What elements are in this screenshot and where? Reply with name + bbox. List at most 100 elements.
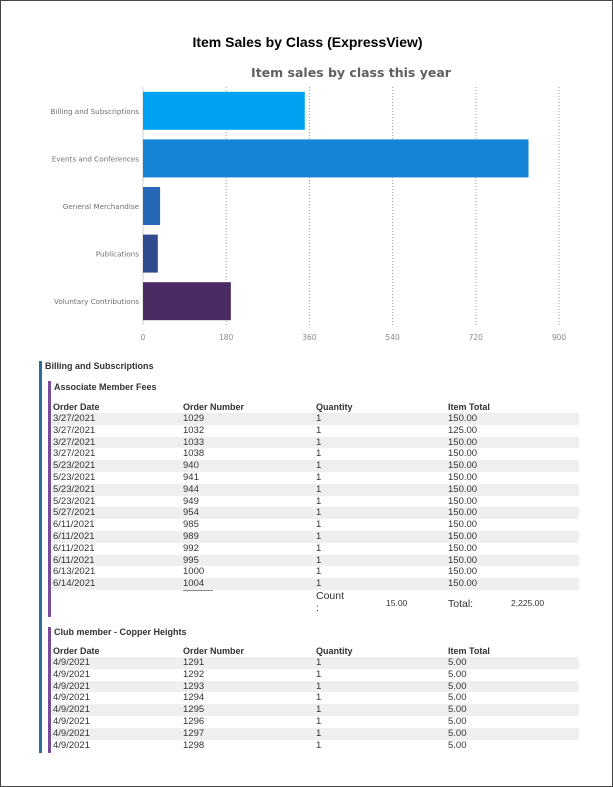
section-title: Billing and Subscriptions — [45, 361, 154, 371]
item-total-cell: 5.00 — [447, 715, 579, 728]
order-number-cell: 989 — [182, 530, 315, 543]
item-total-cell: 150.00 — [447, 495, 579, 508]
quantity-cell: 1 — [315, 413, 447, 425]
order-date-cell: 4/9/2021 — [52, 668, 182, 681]
total-label: Total: — [448, 598, 474, 610]
category-label: General Merchandise — [63, 202, 140, 211]
order-number-cell: 1292 — [182, 668, 315, 681]
count-label: Count — [316, 590, 345, 602]
quantity-cell: 1 — [315, 554, 447, 567]
table-row: 5/23/2021 949 1 150.00 — [52, 495, 579, 508]
item-total-cell: 5.00 — [447, 680, 579, 693]
quantity-cell: 1 — [315, 739, 447, 752]
order-date-cell: 4/9/2021 — [52, 715, 182, 728]
order-date-cell: 5/27/2021 — [52, 507, 182, 520]
order-date-cell: 4/9/2021 — [52, 727, 182, 740]
table-row: 6/11/2021 985 1 150.00 — [52, 519, 579, 531]
order-number-cell: 1298 — [182, 739, 315, 752]
table-row: 3/27/2021 1038 1 150.00 — [52, 448, 579, 461]
x-tick-label: 180 — [219, 333, 234, 342]
section-accent-bar — [39, 361, 42, 753]
group-accent-bar — [48, 627, 51, 753]
table-row: 3/27/2021 1033 1 150.00 — [52, 436, 579, 449]
table-row: 6/11/2021 992 1 150.00 — [52, 542, 579, 555]
x-tick-label: 540 — [385, 333, 400, 342]
order-date-cell: 3/27/2021 — [52, 413, 182, 425]
x-tick-label: 720 — [469, 333, 484, 342]
quantity-cell: 1 — [315, 657, 447, 669]
order-number-cell: 1295 — [182, 704, 315, 716]
item-total-cell: 5.00 — [447, 739, 579, 752]
table-row: 4/9/2021 1291 1 5.00 — [52, 657, 579, 669]
quantity-cell: 1 — [315, 495, 447, 508]
count-value: 15.00 — [386, 598, 408, 608]
column-header-item-total: Item Total — [448, 646, 490, 656]
quantity-cell: 1 — [315, 668, 447, 681]
table-row: 6/11/2021 989 1 150.00 — [52, 530, 579, 543]
group-title: Club member - Copper Heights — [54, 627, 187, 637]
column-header-order-date: Order Date — [53, 402, 100, 412]
group-table: Order Date Order Number Quantity Item To… — [52, 646, 579, 752]
column-header-order-date: Order Date — [53, 646, 100, 656]
table-row: 4/9/2021 1295 1 5.00 — [52, 704, 579, 716]
item-total-cell: 5.00 — [447, 692, 579, 705]
item-total-cell: 150.00 — [447, 460, 579, 472]
order-date-cell: 4/9/2021 — [52, 704, 182, 716]
order-number-cell: 949 — [182, 495, 315, 508]
item-total-cell: 150.00 — [447, 530, 579, 543]
column-header-item-total: Item Total — [448, 402, 490, 412]
order-number-cell: 941 — [182, 471, 315, 484]
bar — [143, 282, 231, 321]
order-number-cell: 992 — [182, 542, 315, 555]
order-number-cell: 1293 — [182, 680, 315, 693]
order-number-cell: 1029 — [182, 413, 315, 425]
report-page: Item Sales by Class (ExpressView) Item s… — [0, 0, 613, 787]
item-total-cell: 150.00 — [447, 436, 579, 449]
item-total-cell: 150.00 — [447, 578, 579, 590]
quantity-cell: 1 — [315, 692, 447, 705]
column-header-quantity: Quantity — [316, 646, 353, 656]
order-date-cell: 3/27/2021 — [52, 436, 182, 449]
column-header-quantity: Quantity — [316, 402, 353, 412]
quantity-cell: 1 — [315, 448, 447, 461]
table-row: 4/9/2021 1293 1 5.00 — [52, 680, 579, 693]
order-number-cell: 1297 — [182, 727, 315, 740]
count-colon: : — [316, 602, 319, 614]
quantity-cell: 1 — [315, 424, 447, 437]
order-date-cell: 4/9/2021 — [52, 657, 182, 669]
quantity-cell: 1 — [315, 436, 447, 449]
table-row: 4/9/2021 1294 1 5.00 — [52, 692, 579, 705]
order-number-cell: 944 — [182, 483, 315, 496]
bar — [143, 187, 161, 225]
x-tick-label: 0 — [141, 333, 146, 342]
group-title: Associate Member Fees — [54, 382, 157, 392]
quantity-cell: 1 — [315, 715, 447, 728]
table-row: 4/9/2021 1298 1 5.00 — [52, 739, 579, 752]
item-total-cell: 5.00 — [447, 657, 579, 669]
table-row: 4/9/2021 1292 1 5.00 — [52, 668, 579, 681]
order-number-cell: 954 — [182, 507, 315, 520]
quantity-cell: 1 — [315, 542, 447, 555]
order-date-cell: 4/9/2021 — [52, 692, 182, 705]
quantity-cell: 1 — [315, 680, 447, 693]
category-label: Billing and Subscriptions — [50, 107, 139, 116]
item-total-cell: 150.00 — [447, 519, 579, 531]
order-date-cell: 4/9/2021 — [52, 680, 182, 693]
order-date-cell: 5/23/2021 — [52, 471, 182, 484]
quantity-cell: 1 — [315, 727, 447, 740]
item-total-cell: 150.00 — [447, 471, 579, 484]
column-header-order-number: Order Number — [183, 402, 245, 412]
order-date-cell: 5/23/2021 — [52, 460, 182, 472]
order-number-cell: 1291 — [182, 657, 315, 669]
item-total-cell: 125.00 — [447, 424, 579, 437]
item-total-cell: 5.00 — [447, 668, 579, 681]
category-label: Publications — [96, 250, 139, 259]
quantity-cell: 1 — [315, 566, 447, 579]
order-number-cell: 1033 — [182, 436, 315, 449]
order-date-cell: 5/23/2021 — [52, 495, 182, 508]
quantity-cell: 1 — [315, 530, 447, 543]
column-header-order-number: Order Number — [183, 646, 245, 656]
order-date-cell: 3/27/2021 — [52, 448, 182, 461]
order-number-cell: 940 — [182, 460, 315, 472]
report-title: Item Sales by Class (ExpressView) — [192, 34, 423, 50]
